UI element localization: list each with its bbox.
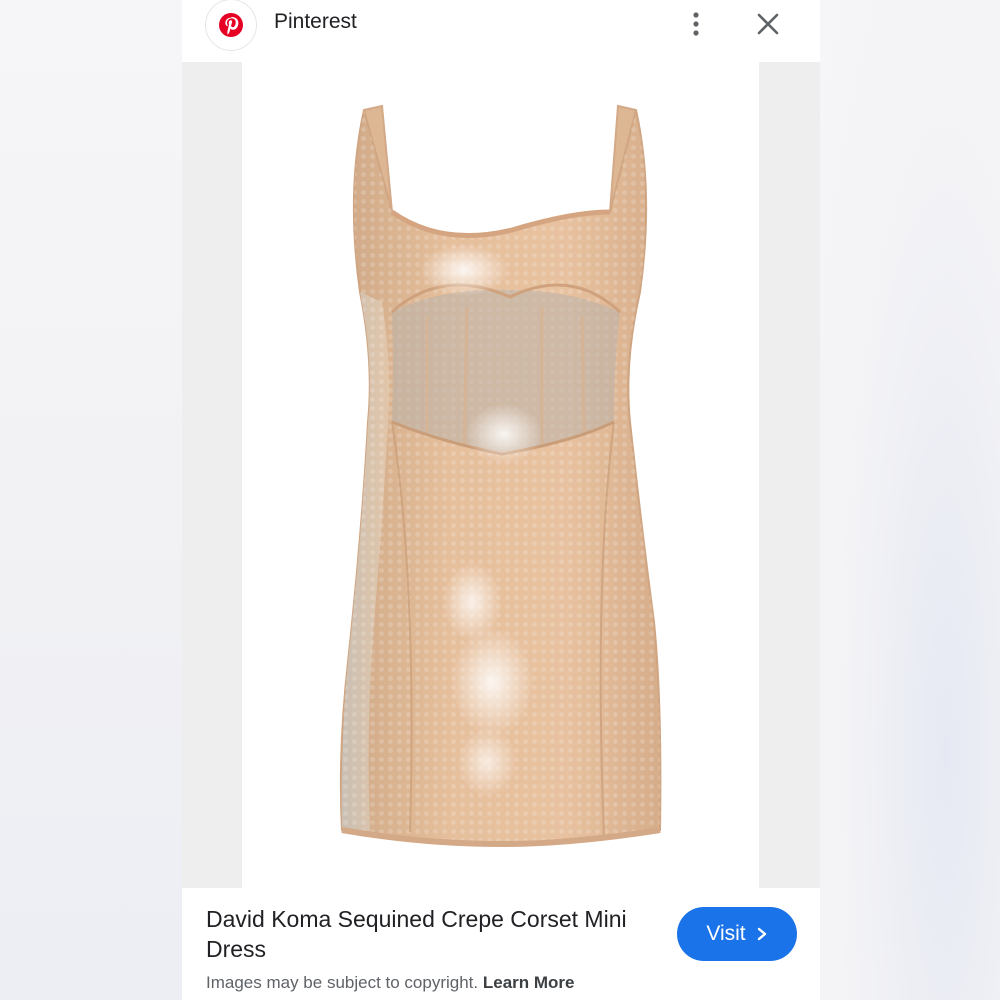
background-right [820, 0, 1000, 1000]
copyright-notice: Images may be subject to copyright. Lear… [206, 973, 575, 993]
learn-more-link[interactable]: Learn More [483, 973, 575, 992]
product-photo [242, 62, 759, 888]
source-name[interactable]: Pinterest [274, 10, 357, 34]
more-vert-icon[interactable] [684, 8, 708, 40]
visit-label: Visit [706, 922, 746, 945]
background-left [0, 0, 182, 1000]
image-preview-panel: Pinterest David Koma Sequined Crepe Cors… [182, 0, 820, 1000]
dress-illustration [339, 104, 662, 848]
visit-button[interactable]: Visit [677, 907, 797, 961]
copyright-text: Images may be subject to copyright. [206, 973, 479, 992]
chevron-right-icon [757, 927, 766, 941]
close-icon[interactable] [752, 8, 784, 40]
pinterest-logo-icon[interactable] [206, 0, 256, 50]
result-title[interactable]: David Koma Sequined Crepe Corset Mini Dr… [206, 904, 646, 964]
preview-image[interactable] [182, 62, 820, 888]
preview-header: Pinterest [182, 0, 820, 62]
result-info: David Koma Sequined Crepe Corset Mini Dr… [182, 888, 820, 1000]
